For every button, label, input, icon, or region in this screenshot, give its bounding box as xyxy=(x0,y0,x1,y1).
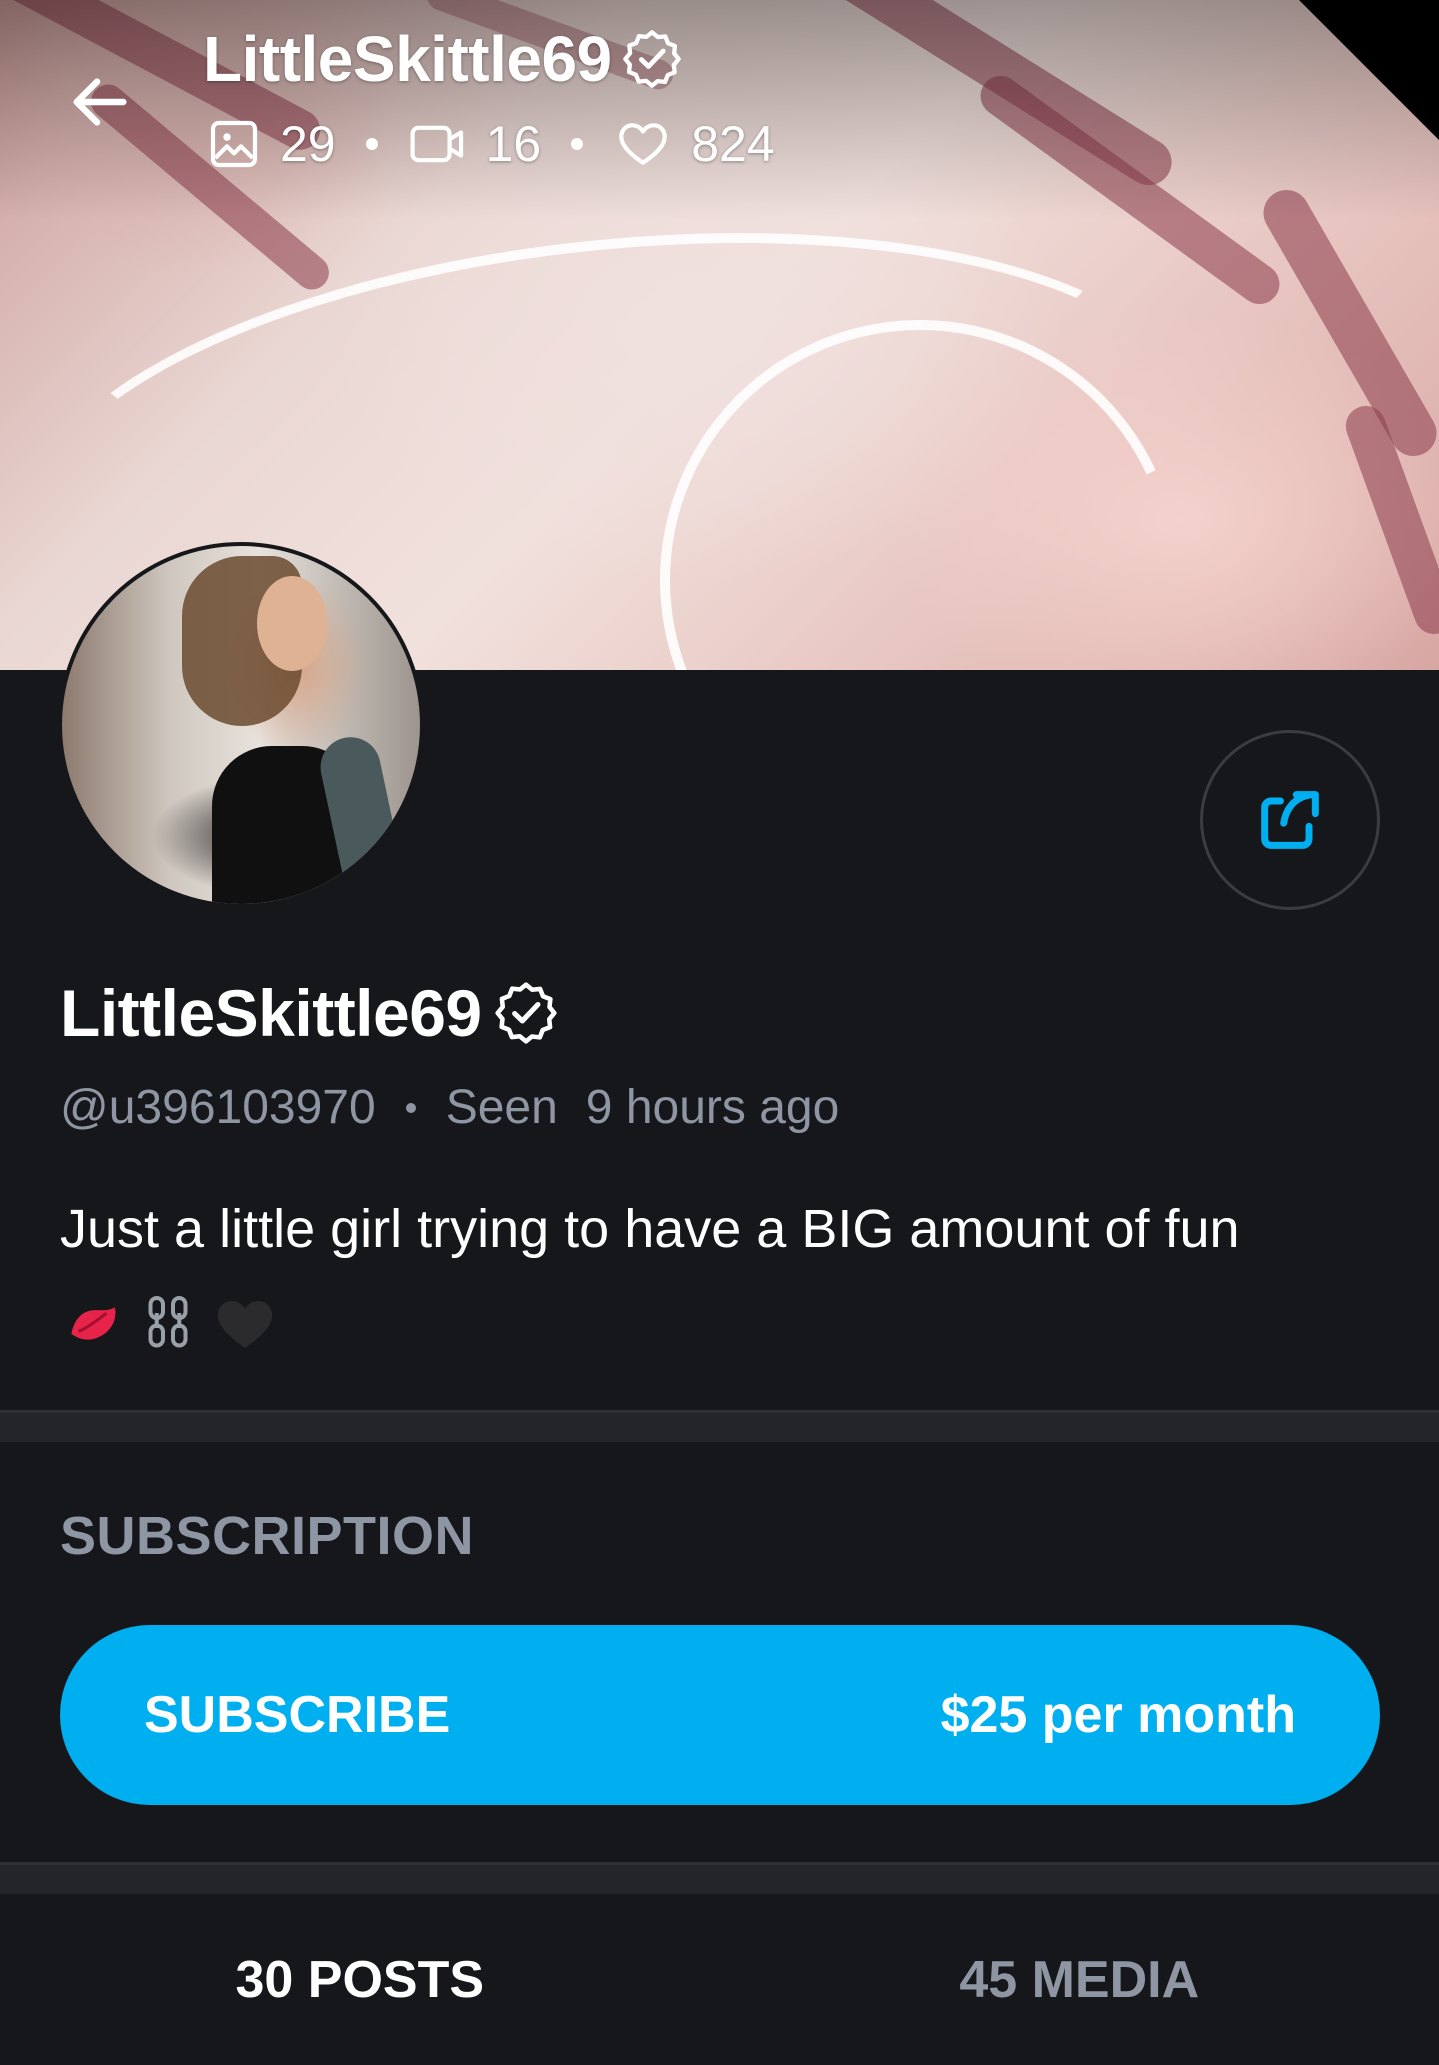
display-name-text: LittleSkittle69 xyxy=(60,976,482,1050)
bio-emojis xyxy=(64,1290,278,1356)
subscribe-price: $25 per month xyxy=(940,1686,1296,1744)
profile-page: LittleSkittle69 29 16 824 LittleSkittle6… xyxy=(0,0,1439,2065)
display-name: LittleSkittle69 xyxy=(60,975,560,1051)
verified-badge-icon xyxy=(622,30,681,88)
bio: Just a little girl trying to have a BIG … xyxy=(60,1199,1240,1259)
back-arrow-icon xyxy=(73,78,127,126)
divider xyxy=(0,1862,1439,1894)
video-icon xyxy=(410,125,463,163)
tab-posts[interactable]: 30 POSTS xyxy=(0,1895,720,2065)
content-tabs: 30 POSTS 45 MEDIA xyxy=(0,1895,1439,2065)
photos-count-value: 29 xyxy=(280,116,336,172)
chain-emoji-icon xyxy=(148,1296,188,1348)
share-icon xyxy=(1261,791,1319,849)
black-heart-emoji-icon xyxy=(217,1301,273,1348)
verified-badge-icon xyxy=(495,982,557,1044)
likes-count-value: 824 xyxy=(691,116,775,172)
header-stats: 29 16 824 xyxy=(206,115,775,173)
videos-count: 16 xyxy=(408,115,542,173)
image-icon xyxy=(210,120,258,168)
profile-meta: @u396103970 Seen 9 hours ago xyxy=(60,1080,839,1135)
avatar[interactable] xyxy=(58,542,424,908)
seen-time: 9 hours ago xyxy=(585,1081,840,1134)
videos-count-value: 16 xyxy=(485,116,542,172)
handle: @u396103970 xyxy=(60,1081,376,1134)
subscribe-label: SUBSCRIBE xyxy=(144,1686,451,1744)
seen-label: Seen xyxy=(445,1081,558,1134)
tab-media[interactable]: 45 MEDIA xyxy=(720,1895,1439,2065)
share-button[interactable] xyxy=(1200,730,1380,910)
photos-count: 29 xyxy=(206,115,336,173)
divider xyxy=(0,1410,1439,1442)
header-username-text: LittleSkittle69 xyxy=(203,23,612,95)
likes-count: 824 xyxy=(613,115,775,173)
heart-icon xyxy=(619,123,667,165)
subscription-section-title: SUBSCRIPTION xyxy=(60,1506,475,1566)
header-username: LittleSkittle69 xyxy=(203,22,684,96)
back-button[interactable] xyxy=(60,62,140,142)
kiss-emoji-icon xyxy=(71,1307,116,1340)
subscribe-button[interactable]: SUBSCRIBE $25 per month xyxy=(60,1625,1380,1805)
